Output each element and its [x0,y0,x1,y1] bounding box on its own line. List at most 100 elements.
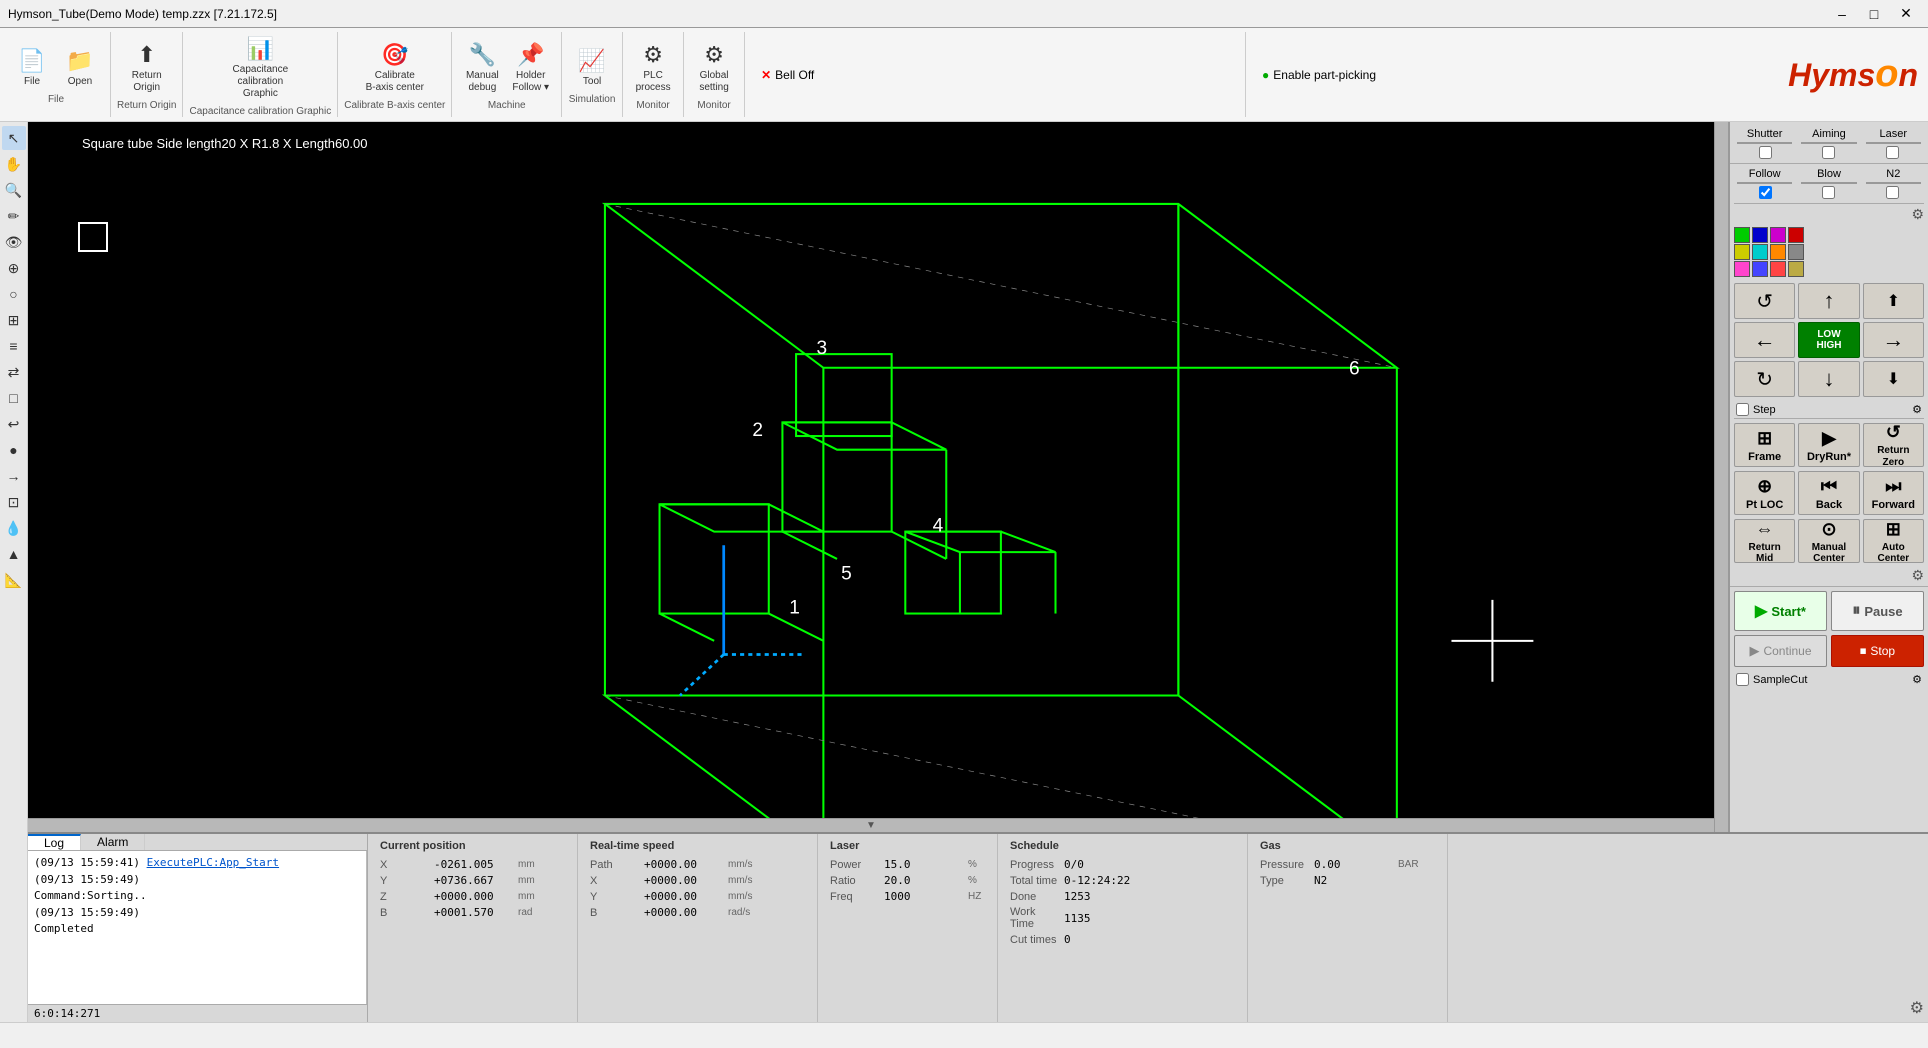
low-high-button[interactable]: LOW HIGH [1798,322,1859,358]
calibrate-button[interactable]: 🎯 CalibrateB-axis center [360,38,430,98]
color-green[interactable] [1734,227,1750,243]
step-checkbox[interactable] [1736,403,1749,416]
manual-debug-button[interactable]: 🔧 Manualdebug [458,38,506,98]
sched-totaltime-label: Total time [1010,875,1060,887]
zoom-area-button[interactable]: ⊕ [2,256,26,280]
stop-button[interactable]: ⏹ Stop [1831,635,1924,667]
down-arrow-button[interactable]: ↓ [1798,361,1859,397]
enable-part-picking-label: Enable part-picking [1273,68,1376,82]
circle-tool-button[interactable]: ○ [2,282,26,306]
log-link-0[interactable]: ExecutePLC:App_Start [147,856,279,869]
return-origin-button[interactable]: ⬆ ReturnOrigin [123,38,171,98]
pt-loc-button[interactable]: ⊕ Pt LOC [1734,471,1795,515]
drop-tool-button[interactable]: 💧 [2,516,26,540]
auto-center-label: AutoCenter [1877,542,1909,564]
open-button[interactable]: 📁 Open [56,44,104,92]
up-arrow-button[interactable]: ↑ [1798,283,1859,319]
node-tool-button[interactable]: ⊡ [2,490,26,514]
shutter-checkbox[interactable] [1759,146,1772,159]
enable-part-picking-item[interactable]: ● Enable part-picking [1262,68,1376,82]
bottom-settings-gear-icon[interactable]: ⚙ [1910,998,1924,1018]
arrow-tool-button[interactable]: → [2,464,26,488]
action-gear-icon[interactable]: ⚙ [1911,567,1924,584]
bottom-scrollbar[interactable]: ▼ [28,818,1714,832]
laser-item: Laser [1863,128,1924,144]
fill-tool-button[interactable]: ▲ [2,542,26,566]
maximize-button[interactable]: □ [1860,3,1888,25]
sample-cut-checkbox[interactable] [1736,673,1749,686]
layer-tool-button[interactable]: ≡ [2,334,26,358]
follow-checkbox[interactable] [1759,186,1772,199]
forward-button[interactable]: ⏭ Forward [1863,471,1924,515]
open-label: Open [68,76,92,88]
pencil-tool-button[interactable]: ✏ [2,204,26,228]
color-olive[interactable] [1788,261,1804,277]
holder-follow-button[interactable]: 📌 HolderFollow ▾ [506,38,555,98]
tool-button[interactable]: 📈 Tool [568,44,616,92]
settings-gear-icon[interactable]: ⚙ [1911,206,1924,223]
laser-power-value: 15.0 [884,858,964,871]
color-lightblue[interactable] [1752,261,1768,277]
snap-tool-button[interactable]: ⊞ [2,308,26,332]
file-group-label: File [48,94,64,105]
manual-center-button[interactable]: ⊙ ManualCenter [1798,519,1859,563]
color-red[interactable] [1788,227,1804,243]
capacitance-button[interactable]: 📊 CapacitancecalibrationGraphic [227,32,295,104]
color-orange[interactable] [1770,244,1786,260]
transform-tool-button[interactable]: ⇄ [2,360,26,384]
down-right-button[interactable]: ⬇ [1863,361,1924,397]
return-mid-button[interactable]: ⇔ ReturnMid [1734,519,1795,563]
eye-tool-button[interactable]: 👁 [2,230,26,254]
auto-center-button[interactable]: ⊞ AutoCenter [1863,519,1924,563]
canvas-area[interactable]: Square tube Side length20 X R1.8 X Lengt… [28,122,1728,832]
rotate-ccw-button[interactable]: ↺ [1734,283,1795,319]
aiming-checkbox[interactable] [1822,146,1835,159]
rectangle-tool-button[interactable]: □ [2,386,26,410]
pt-loc-label: Pt LOC [1746,499,1783,511]
machine-group: 🔧 Manualdebug 📌 HolderFollow ▾ Machine [452,32,562,117]
color-pink[interactable] [1734,261,1750,277]
laser-power-unit: % [968,859,977,870]
bell-off-item[interactable]: ✕ Bell Off [761,68,814,82]
start-button[interactable]: ▶ Start* [1734,591,1827,631]
frame-button[interactable]: ⊞ Frame [1734,423,1795,467]
laser-underline [1866,142,1921,144]
plc-button[interactable]: ⚙ PLCprocess [629,38,677,98]
pause-button[interactable]: ⏸ Pause [1831,591,1924,631]
pan-tool-button[interactable]: ✋ [2,152,26,176]
continue-button[interactable]: ▶ Continue [1734,635,1827,667]
color-lightred[interactable] [1770,261,1786,277]
n2-checkbox[interactable] [1886,186,1899,199]
step-gear-icon[interactable]: ⚙ [1912,403,1922,416]
left-arrow-button[interactable]: ← [1734,322,1795,358]
log-timer: 6:0:14:271 [28,1004,367,1022]
right-arrow-button[interactable]: → [1863,322,1924,358]
rotate-cw-button[interactable]: ↻ [1734,361,1795,397]
canvas-wrapper: Square tube Side length20 X R1.8 X Lengt… [28,122,1928,1022]
minimize-button[interactable]: – [1828,3,1856,25]
undo-tool-button[interactable]: ↩ [2,412,26,436]
laser-checkbox[interactable] [1886,146,1899,159]
global-setting-button[interactable]: ⚙ Globalsetting [690,38,738,98]
color-blue[interactable] [1752,227,1768,243]
sample-cut-gear-icon[interactable]: ⚙ [1912,673,1922,686]
color-yellow[interactable] [1734,244,1750,260]
return-zero-button[interactable]: ↺ ReturnZero [1863,423,1924,467]
measure-tool-button[interactable]: 📐 [2,568,26,592]
log-tab[interactable]: Log [28,834,81,850]
alarm-tab[interactable]: Alarm [81,834,145,850]
sched-progress-value: 0/0 [1064,858,1144,871]
new-button[interactable]: 📄 File [8,44,56,92]
zoom-in-button[interactable]: 🔍 [2,178,26,202]
up-right-button[interactable]: ⬆ [1863,283,1924,319]
dot-tool-button[interactable]: ● [2,438,26,462]
blow-checkbox[interactable] [1822,186,1835,199]
select-tool-button[interactable]: ↖ [2,126,26,150]
color-magenta[interactable] [1770,227,1786,243]
continue-stop-row: ▶ Continue ⏹ Stop [1730,635,1928,671]
back-button[interactable]: ⏮ Back [1798,471,1859,515]
color-cyan[interactable] [1752,244,1768,260]
dry-run-button[interactable]: ▶ DryRun* [1798,423,1859,467]
close-button[interactable]: ✕ [1892,3,1920,25]
color-gray[interactable] [1788,244,1804,260]
